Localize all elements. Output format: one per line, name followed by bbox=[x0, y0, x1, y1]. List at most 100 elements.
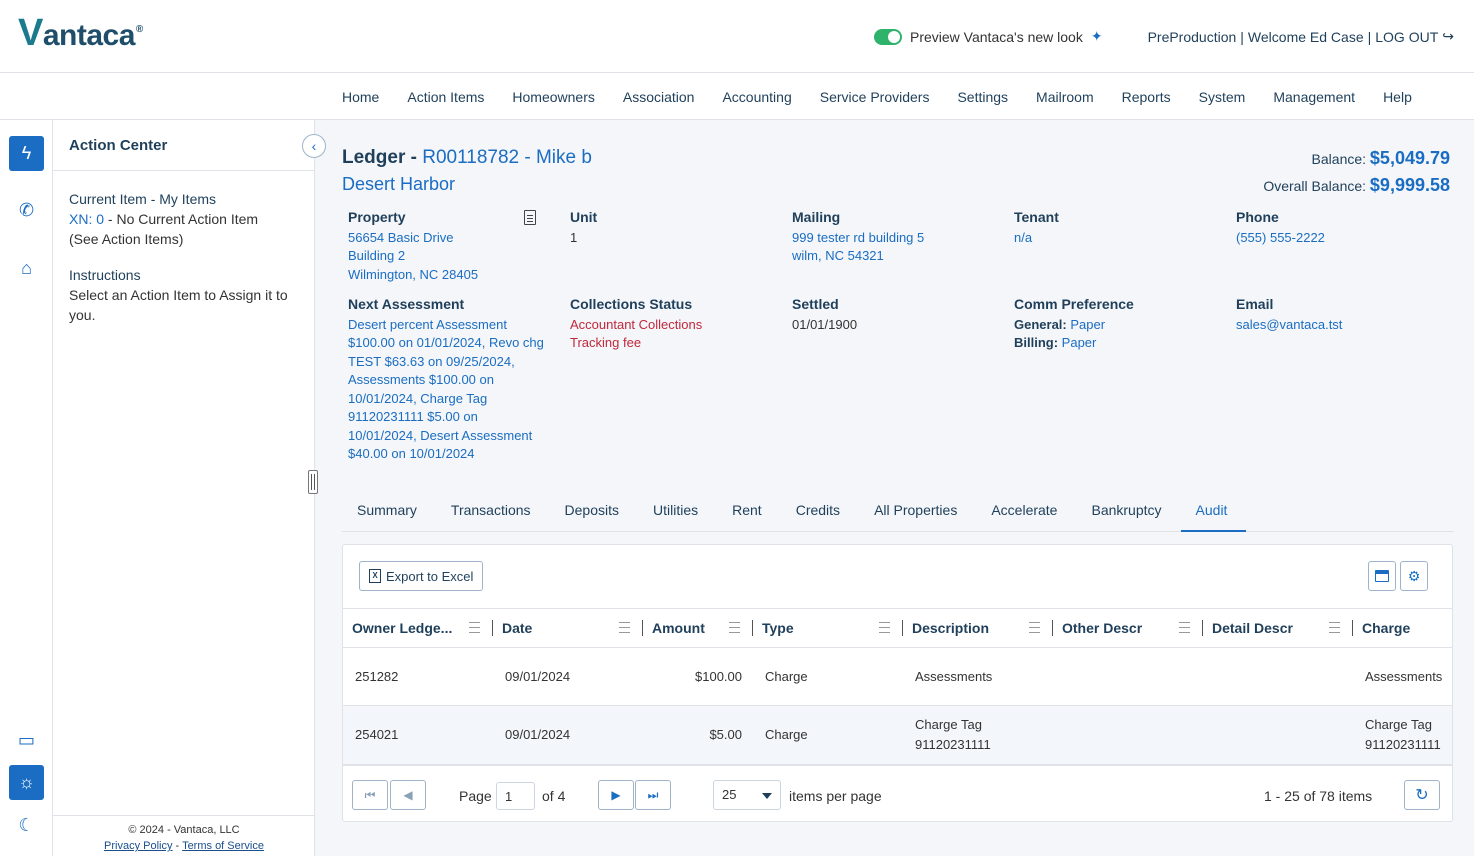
lightning-icon[interactable]: ϟ bbox=[9, 136, 44, 171]
nav-item-association[interactable]: Association bbox=[623, 89, 695, 105]
billing-value[interactable]: Paper bbox=[1062, 335, 1097, 350]
tab-utilities[interactable]: Utilities bbox=[638, 495, 717, 532]
prev-page-button[interactable]: ◀ bbox=[390, 780, 426, 810]
column-menu-icon[interactable] bbox=[1029, 622, 1040, 633]
email-value[interactable]: sales@vantaca.tst bbox=[1236, 316, 1446, 335]
mailing-label: Mailing bbox=[792, 209, 841, 225]
audit-grid: X Export to Excel ⚙ Owner Ledge... Date Am… bbox=[342, 544, 1453, 822]
collections-cell: Collections Status Accountant Collection… bbox=[570, 295, 780, 353]
logout-link[interactable]: LOG OUT bbox=[1375, 29, 1438, 45]
page-input[interactable]: 1 bbox=[496, 782, 535, 810]
bank-icon[interactable]: ⌂ bbox=[9, 251, 44, 286]
account-link[interactable]: R00118782 - Mike b bbox=[422, 147, 592, 168]
column-menu-icon[interactable] bbox=[469, 622, 480, 633]
export-excel-button[interactable]: X Export to Excel bbox=[359, 561, 484, 591]
nav-item-homeowners[interactable]: Homeowners bbox=[512, 89, 594, 105]
tab-transactions[interactable]: Transactions bbox=[436, 495, 550, 532]
collections-label: Collections Status bbox=[570, 296, 693, 312]
column-menu-icon[interactable] bbox=[879, 622, 890, 633]
next-page-button[interactable]: ▶ bbox=[598, 780, 634, 810]
column-separator[interactable] bbox=[902, 620, 903, 636]
column-menu-icon[interactable] bbox=[1329, 622, 1340, 633]
terms-link[interactable]: Terms of Service bbox=[182, 840, 264, 852]
sun-icon[interactable]: ☼ bbox=[9, 765, 44, 800]
column-menu-icon[interactable] bbox=[619, 622, 630, 633]
gear-icon: ⚙ bbox=[1407, 567, 1421, 584]
last-page-button[interactable]: ⏭ bbox=[635, 780, 671, 810]
tab-bankruptcy[interactable]: Bankruptcy bbox=[1076, 495, 1180, 532]
settings-button[interactable]: ⚙ bbox=[1400, 561, 1428, 591]
collapse-panel-button[interactable]: ‹ bbox=[302, 134, 326, 158]
nav-item-accounting[interactable]: Accounting bbox=[722, 89, 791, 105]
refresh-button[interactable]: ↻ bbox=[1404, 780, 1440, 810]
vantaca-logo[interactable]: Vantaca ® bbox=[18, 12, 143, 57]
column-menu-icon[interactable] bbox=[1179, 622, 1190, 633]
xn-link[interactable]: XN: 0 bbox=[69, 211, 104, 227]
column-separator[interactable] bbox=[1052, 620, 1053, 636]
nav-item-service-providers[interactable]: Service Providers bbox=[820, 89, 930, 105]
resize-handle[interactable] bbox=[308, 470, 318, 494]
tenant-cell: Tenant n/a bbox=[1014, 208, 1224, 247]
nav-item-reports[interactable]: Reports bbox=[1122, 89, 1171, 105]
tab-audit[interactable]: Audit bbox=[1180, 495, 1247, 532]
tab-deposits[interactable]: Deposits bbox=[550, 495, 638, 532]
property-line1[interactable]: 56654 Basic Drive bbox=[348, 229, 558, 248]
moon-icon[interactable]: ☾ bbox=[9, 808, 44, 843]
tab-rent[interactable]: Rent bbox=[717, 495, 781, 532]
table-row[interactable]: 251282 09/01/2024 $100.00 Charge Assessments… bbox=[343, 648, 1452, 706]
nav-item-mailroom[interactable]: Mailroom bbox=[1036, 89, 1094, 105]
column-menu-icon[interactable] bbox=[729, 622, 740, 633]
column-header[interactable]: Detail Descr bbox=[1212, 609, 1293, 647]
mailing-line1[interactable]: 999 tester rd building 5 bbox=[792, 229, 1002, 248]
action-center-panel: Action Center ‹ Current Item - My Items … bbox=[53, 120, 326, 856]
phone-icon[interactable]: ✆ bbox=[9, 193, 44, 228]
community-link[interactable]: Desert Harbor bbox=[342, 174, 455, 195]
column-header[interactable]: Description bbox=[912, 609, 989, 647]
cell-description: Charge Tag 91120231111 bbox=[915, 717, 991, 752]
sparkle-icon: ✦ bbox=[1090, 28, 1103, 44]
privacy-link[interactable]: Privacy Policy bbox=[104, 840, 172, 852]
tab-summary[interactable]: Summary bbox=[342, 495, 436, 532]
preview-label: Preview Vantaca's new look bbox=[910, 28, 1083, 45]
phone-label: Phone bbox=[1236, 209, 1279, 225]
column-separator[interactable] bbox=[752, 620, 753, 636]
column-header[interactable]: Date bbox=[502, 609, 532, 647]
tenant-value[interactable]: n/a bbox=[1014, 229, 1224, 248]
column-header[interactable]: Charge bbox=[1362, 609, 1410, 647]
column-separator[interactable] bbox=[642, 620, 643, 636]
column-separator[interactable] bbox=[492, 620, 493, 636]
phone-value[interactable]: (555) 555-2222 bbox=[1236, 229, 1446, 248]
laptop-icon[interactable]: ▭ bbox=[9, 723, 44, 758]
unit-cell: Unit 1 bbox=[570, 208, 780, 247]
property-line3[interactable]: Wilmington, NC 28405 bbox=[348, 266, 558, 285]
table-row[interactable]: 254021 09/01/2024 $5.00 Charge Charge Tag 91… bbox=[343, 706, 1452, 765]
column-header[interactable]: Owner Ledge... bbox=[352, 609, 452, 647]
nav-item-settings[interactable]: Settings bbox=[957, 89, 1008, 105]
nav-item-help[interactable]: Help bbox=[1383, 89, 1412, 105]
property-line2[interactable]: Building 2 bbox=[348, 247, 558, 266]
column-header[interactable]: Amount bbox=[652, 609, 705, 647]
column-separator[interactable] bbox=[1352, 620, 1353, 636]
page-size-select[interactable]: 25 bbox=[713, 780, 781, 810]
tab-accelerate[interactable]: Accelerate bbox=[976, 495, 1076, 532]
next-assessment-value[interactable]: Desert percent Assessment $100.00 on 01/… bbox=[348, 316, 544, 464]
preview-new-look[interactable]: Preview Vantaca's new look ✦ bbox=[874, 28, 1103, 45]
settled-label: Settled bbox=[792, 296, 839, 312]
logout-icon[interactable]: ↪ bbox=[1442, 28, 1454, 45]
panel-footer: © 2024 - Vantaca, LLC Privacy Policy - T… bbox=[53, 815, 315, 856]
tab-credits[interactable]: Credits bbox=[781, 495, 859, 532]
first-page-button[interactable]: ⏮ bbox=[352, 780, 388, 810]
nav-item-management[interactable]: Management bbox=[1273, 89, 1355, 105]
general-value[interactable]: Paper bbox=[1070, 317, 1105, 332]
nav-item-action-items[interactable]: Action Items bbox=[407, 89, 484, 105]
column-header[interactable]: Other Descr bbox=[1062, 609, 1142, 647]
nav-item-system[interactable]: System bbox=[1199, 89, 1246, 105]
tab-all-properties[interactable]: All Properties bbox=[859, 495, 976, 532]
column-header[interactable]: Type bbox=[762, 609, 794, 647]
document-icon[interactable] bbox=[524, 210, 536, 225]
nav-item-home[interactable]: Home bbox=[342, 89, 379, 105]
window-button[interactable] bbox=[1368, 561, 1396, 591]
column-separator[interactable] bbox=[1202, 620, 1203, 636]
preview-toggle[interactable] bbox=[874, 28, 902, 45]
mailing-line2[interactable]: wilm, NC 54321 bbox=[792, 247, 1002, 266]
